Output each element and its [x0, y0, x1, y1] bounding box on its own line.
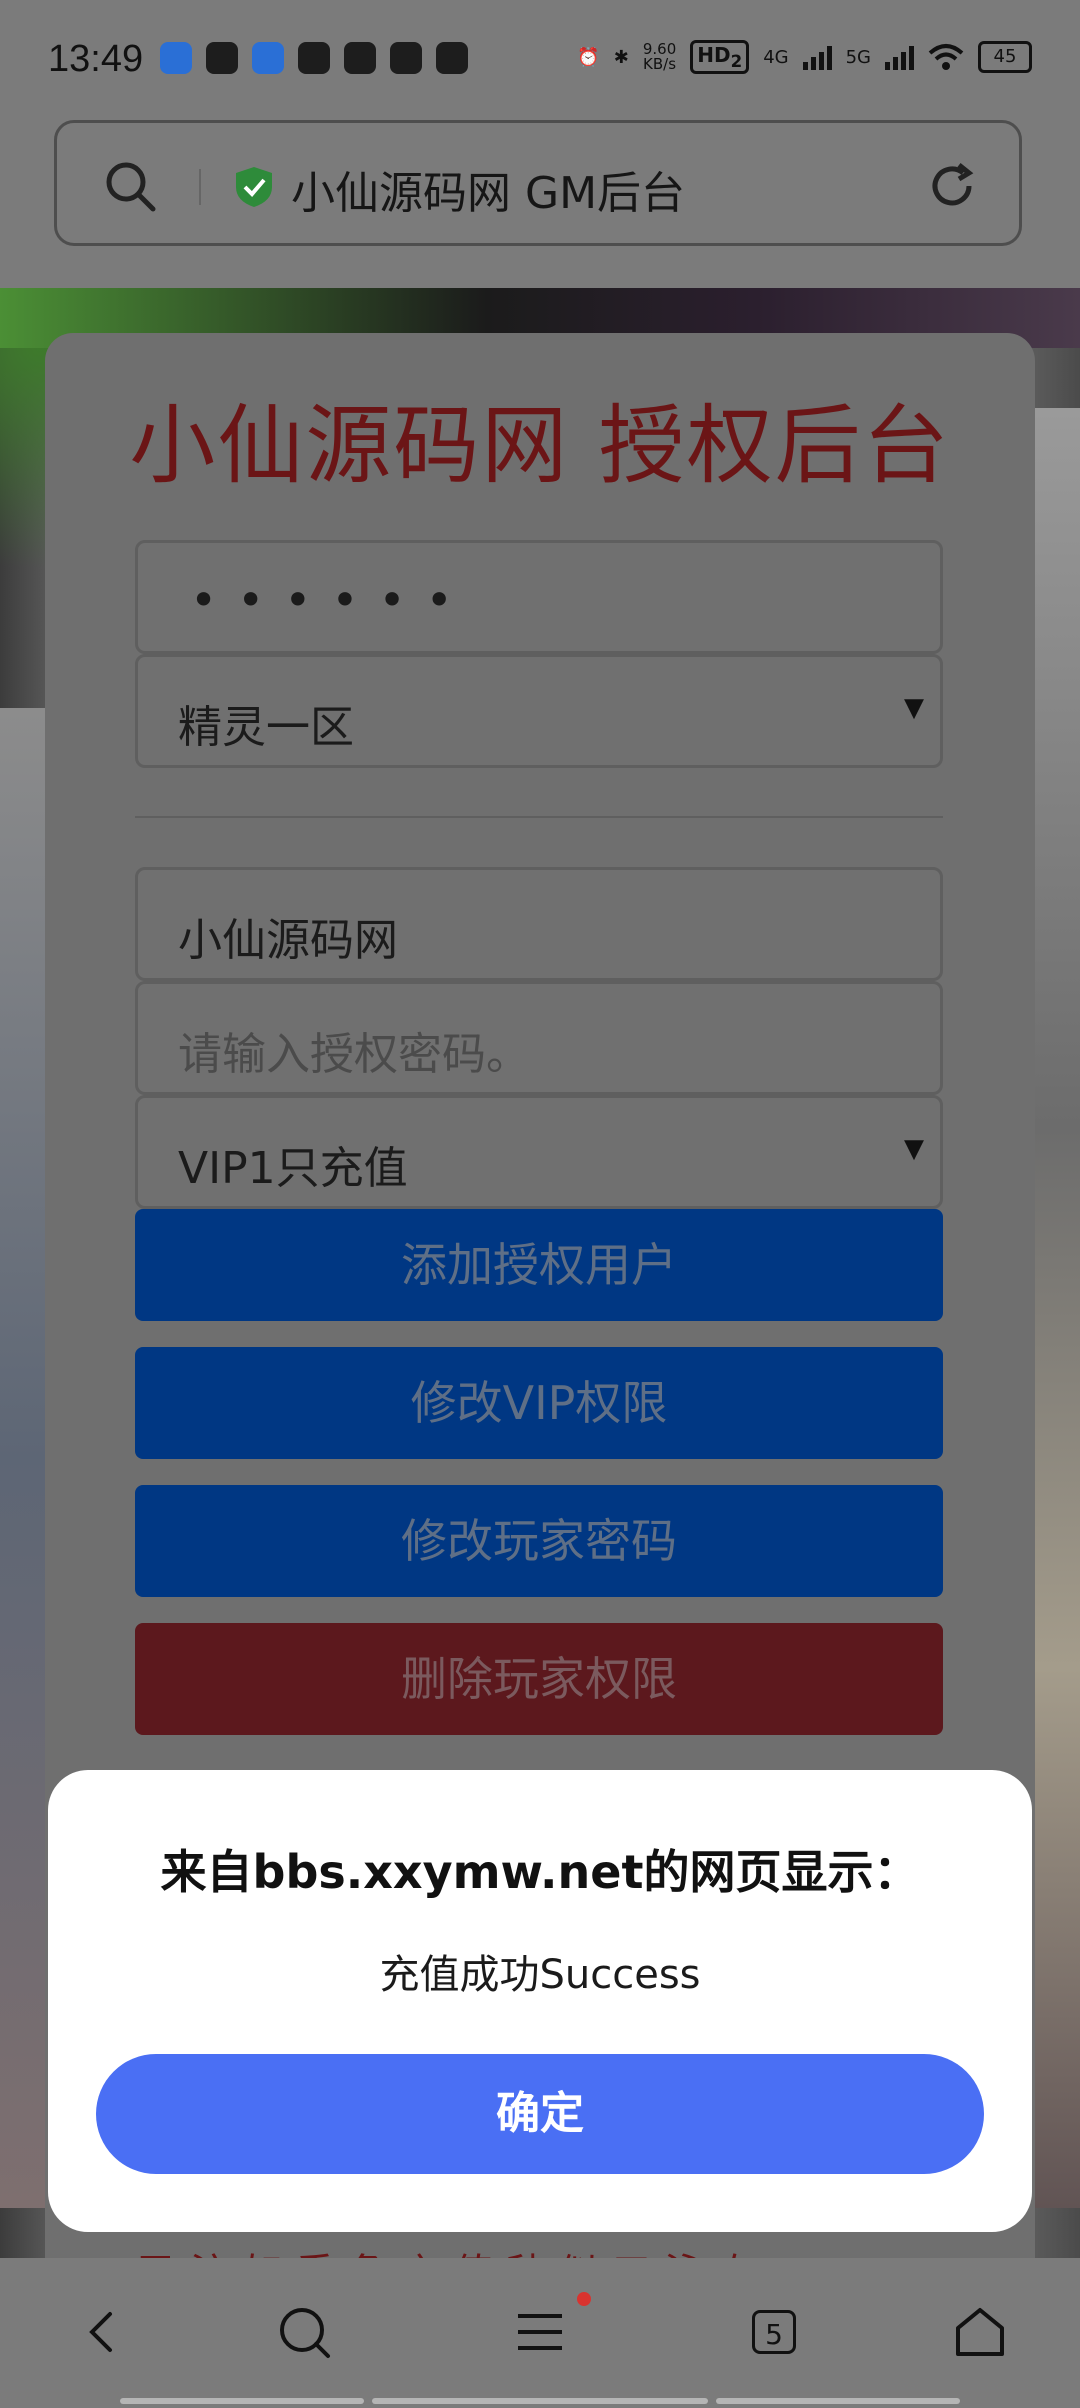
alarm-icon: ⏰ — [577, 46, 600, 68]
gesture-bar — [120, 2398, 364, 2404]
server-select[interactable]: 精灵一区 ▼ — [135, 654, 943, 768]
signal-bars-icon — [885, 44, 914, 70]
chat-bubble-icon — [298, 42, 330, 74]
tabs-count: 5 — [765, 2318, 783, 2351]
app-notification-icon — [252, 42, 284, 74]
auth-password-placeholder: 请输入授权密码。 — [178, 1029, 530, 1080]
delete-permission-button[interactable]: 删除玩家权限 — [135, 1623, 943, 1735]
search-icon[interactable] — [274, 2302, 334, 2362]
notification-icons — [160, 42, 468, 74]
network-speed-unit: KB/s — [643, 55, 677, 73]
search-icon[interactable] — [103, 159, 157, 213]
gesture-bar — [716, 2398, 960, 2404]
bluetooth-icon: ✱ — [613, 46, 629, 68]
alert-dialog: 来自bbs.xxymw.net的网页显示： 充值成功Success 确定 — [48, 1770, 1032, 2232]
browser-bottom-nav: 5 — [0, 2258, 1080, 2408]
address-divider — [199, 169, 201, 205]
refresh-icon[interactable] — [925, 159, 979, 213]
penguin-icon — [206, 42, 238, 74]
hd-label: HD — [697, 43, 731, 67]
password-mask: •••••• — [190, 573, 473, 627]
divider — [135, 816, 943, 818]
signal-bars-icon — [802, 44, 832, 70]
hd-sub: 2 — [730, 52, 743, 71]
confirm-button[interactable]: 确定 — [96, 2054, 984, 2174]
status-time: 13:49 — [48, 38, 144, 80]
signal-5g-label: 5G — [845, 46, 871, 68]
dropdown-arrow-icon: ▼ — [904, 1134, 924, 1164]
dialog-message: 充值成功Success — [379, 1952, 701, 1998]
battery-icon: 45 — [978, 41, 1032, 73]
bird-icon — [390, 42, 422, 74]
system-status-icons: ⏰ ✱ 9.60 KB/s HD2 4G 5G 45 — [577, 40, 1032, 74]
status-bar: 13:49 ⏰ ✱ 9.60 KB/s HD2 4G 5G 45 — [0, 0, 1080, 120]
home-icon[interactable] — [950, 2302, 1010, 2362]
security-shield-icon — [236, 167, 272, 207]
hd-voice-icon: HD2 — [690, 40, 750, 74]
password-field[interactable]: •••••• — [135, 540, 943, 654]
panel-title: 小仙源码网 授权后台 — [129, 396, 951, 496]
account-value: 小仙源码网 — [178, 915, 398, 966]
account-field[interactable]: 小仙源码网 — [135, 867, 943, 981]
modify-password-button[interactable]: 修改玩家密码 — [135, 1485, 943, 1597]
dialog-title: 来自bbs.xxymw.net的网页显示： — [160, 1845, 920, 1899]
tabs-button[interactable]: 5 — [752, 2310, 796, 2354]
back-icon[interactable] — [72, 2302, 132, 2362]
address-bar[interactable]: 小仙源码网 GM后台 — [54, 120, 1022, 246]
menu-notification-dot — [577, 2292, 591, 2306]
wifi-icon — [928, 44, 964, 70]
gallery-icon — [436, 42, 468, 74]
dropdown-arrow-icon: ▼ — [904, 693, 924, 723]
signal-4g-label: 4G — [763, 46, 789, 68]
qq-app-icon — [160, 42, 192, 74]
vip-select[interactable]: VIP1只充值 ▼ — [135, 1095, 943, 1209]
network-speed: 9.60 KB/s — [643, 42, 676, 72]
address-title[interactable]: 小仙源码网 GM后台 — [291, 157, 685, 221]
menu-icon[interactable] — [510, 2302, 570, 2362]
battery-level: 45 — [993, 46, 1017, 67]
modify-vip-button[interactable]: 修改VIP权限 — [135, 1347, 943, 1459]
server-select-value: 精灵一区 — [178, 702, 354, 753]
add-user-button[interactable]: 添加授权用户 — [135, 1209, 943, 1321]
gesture-bar — [372, 2398, 708, 2404]
vip-select-value: VIP1只充值 — [178, 1143, 408, 1194]
message-icon — [344, 42, 376, 74]
browser-toolbar: 小仙源码网 GM后台 — [0, 120, 1080, 288]
auth-password-field[interactable]: 请输入授权密码。 — [135, 981, 943, 1095]
